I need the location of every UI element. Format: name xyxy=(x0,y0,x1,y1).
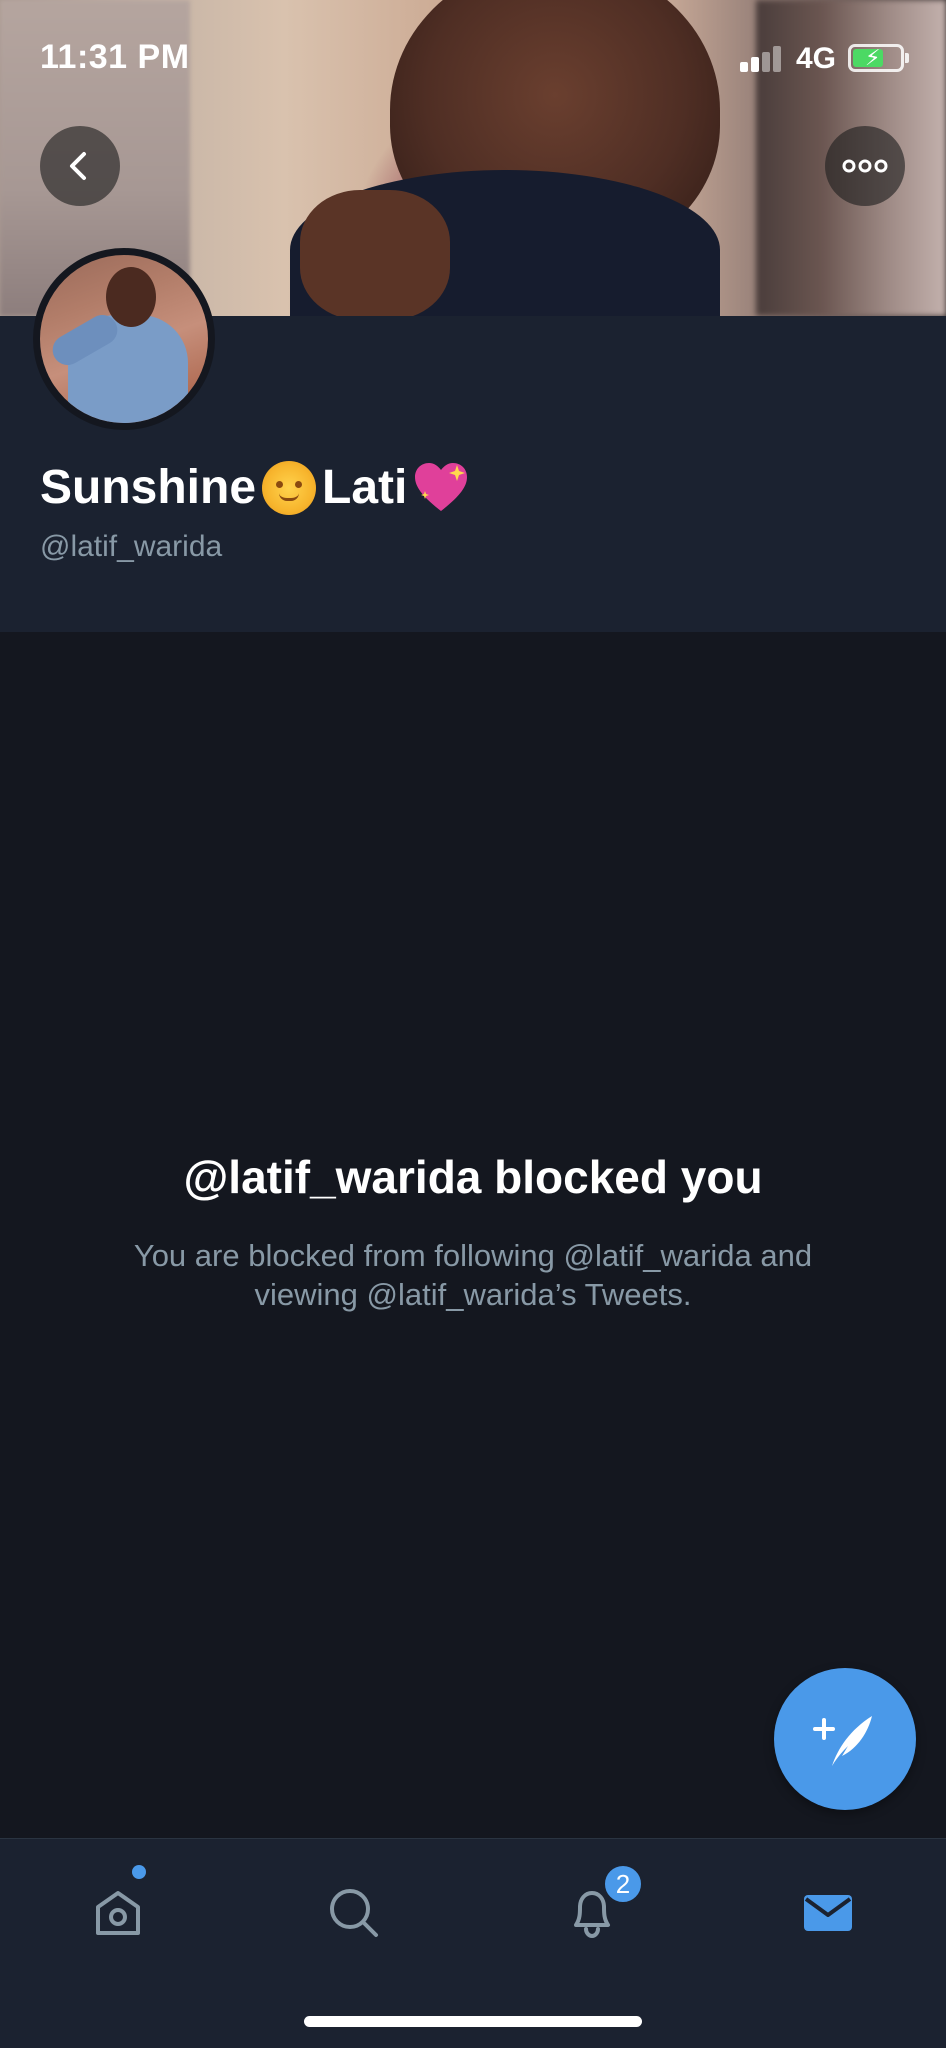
sparkling-heart-emoji xyxy=(413,461,469,515)
profile-avatar[interactable] xyxy=(33,248,215,430)
compose-tweet-icon xyxy=(813,1716,872,1766)
back-button[interactable] xyxy=(40,126,120,206)
home-icon xyxy=(96,1891,140,1935)
notifications-count-badge: 2 xyxy=(602,1863,644,1905)
mail-icon xyxy=(804,1895,852,1931)
blocked-subtitle: You are blocked from following @latif_wa… xyxy=(133,1238,813,1312)
chevron-left-icon xyxy=(70,152,86,180)
tab-search[interactable] xyxy=(314,1873,394,1953)
profile-handle: @latif_warida xyxy=(40,530,223,563)
more-options-button[interactable] xyxy=(825,126,905,206)
blocked-title: @latif_warida blocked you xyxy=(183,1151,763,1203)
signal-strength-icon xyxy=(740,46,782,72)
home-new-indicator-dot xyxy=(132,1865,146,1879)
compose-tweet-button[interactable] xyxy=(774,1668,916,1810)
display-name-part-2: Lati xyxy=(322,461,408,514)
tab-messages[interactable] xyxy=(788,1873,868,1953)
banner-hand xyxy=(300,190,450,316)
home-indicator[interactable] xyxy=(304,2016,642,2027)
search-icon xyxy=(330,1889,378,1937)
profile-display-name: Sunshine Lati xyxy=(40,454,469,521)
status-bar: 11:31 PM 4G ⚡ xyxy=(0,0,946,116)
sun-with-face-emoji xyxy=(256,454,323,521)
tab-home[interactable] xyxy=(78,1873,158,1953)
network-type: 4G xyxy=(796,42,837,75)
more-horizontal-icon xyxy=(842,159,888,173)
battery-charging-icon: ⚡ xyxy=(848,44,904,72)
battery-cap xyxy=(905,53,909,63)
display-name-part-1: Sunshine xyxy=(40,461,257,514)
status-time: 11:31 PM xyxy=(40,38,190,76)
